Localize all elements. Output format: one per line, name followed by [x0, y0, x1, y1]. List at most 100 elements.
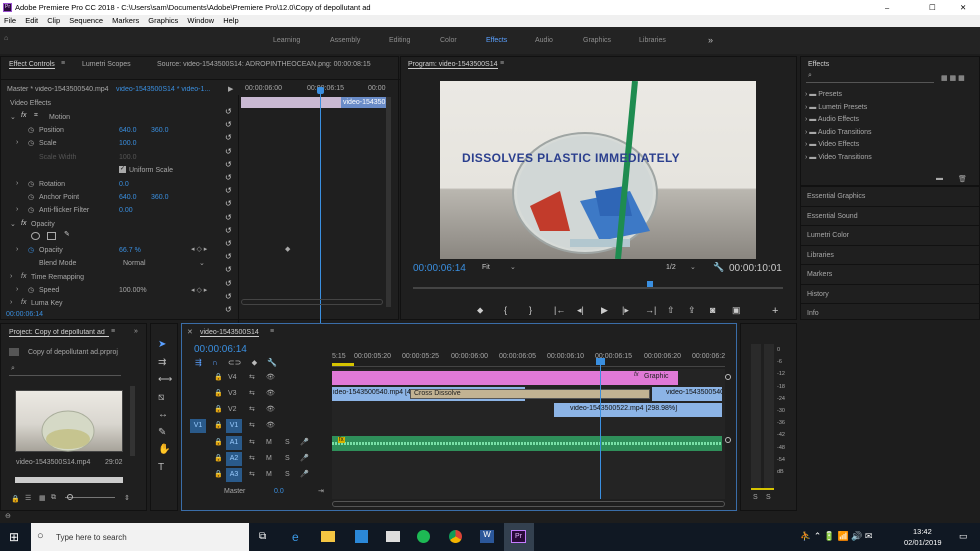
system-tray-icons[interactable]: ⛹ ⌃ 🔋 📶 🔊 ✉: [800, 531, 872, 542]
new-folder-icon[interactable]: ▬: [936, 175, 943, 182]
lift-icon[interactable]: ⇧: [667, 305, 675, 316]
track-header-v3[interactable]: 🔒 V3 ⇆ 👁: [182, 387, 332, 402]
solo-right-button[interactable]: S: [766, 494, 771, 501]
minimize-button[interactable]: –: [885, 0, 889, 15]
lock-icon[interactable]: 🔒: [214, 438, 223, 446]
keyframe-nav-icons[interactable]: ◂ ◇ ▸: [191, 245, 207, 253]
step-forward-icon[interactable]: |▸: [622, 305, 629, 316]
sync-lock-icon[interactable]: ⇆: [249, 454, 255, 462]
close-button[interactable]: ✕: [960, 0, 966, 15]
keyframe-icon[interactable]: ◆: [285, 245, 290, 253]
scale-value[interactable]: 100.0: [119, 140, 137, 147]
workspace-color[interactable]: Color: [440, 37, 457, 44]
solo-button[interactable]: S: [285, 471, 290, 478]
snap-icon[interactable]: ∩: [212, 358, 218, 367]
effects-folder-audio-transitions[interactable]: › ▬ Audio Transitions: [805, 129, 872, 142]
stopwatch-icon[interactable]: ◷: [28, 206, 34, 214]
resolution-select[interactable]: 1/2: [666, 264, 676, 271]
trash-icon[interactable]: 🗑: [958, 175, 967, 183]
chevron-down-icon[interactable]: ⌄: [690, 263, 696, 271]
menu-markers[interactable]: Markers: [112, 16, 139, 25]
track-area[interactable]: Graphic fx ideo-1543500540.mp4 [400%] Cr…: [332, 369, 725, 499]
spotify-icon[interactable]: [417, 530, 430, 543]
rotation-value[interactable]: 0.0: [119, 181, 129, 188]
section-markers[interactable]: Markers: [801, 265, 980, 285]
solo-left-button[interactable]: S: [753, 494, 758, 501]
reset-icons[interactable]: ↺ ↺ ↺ ↺ ↺ ↺ ↺ ↺ ↺ ↺ ↺ ↺ ↺ ↺ ↺ ↺: [225, 105, 232, 316]
microphone-icon[interactable]: 🎤: [300, 438, 309, 446]
expand-icon[interactable]: ›: [16, 206, 18, 213]
more-workspaces-icon[interactable]: »: [708, 35, 713, 45]
extract-icon[interactable]: ⇪: [688, 305, 696, 316]
camera-icon[interactable]: ◙: [710, 305, 715, 315]
anti-flicker-value[interactable]: 0.00: [119, 207, 133, 214]
effects-folder-video-effects[interactable]: › ▬ Video Effects: [805, 141, 872, 154]
go-to-out-icon[interactable]: →|: [645, 305, 656, 315]
section-libraries[interactable]: Libraries: [801, 246, 980, 265]
workspace-effects[interactable]: Effects: [486, 37, 507, 44]
lock-icon[interactable]: 🔒: [214, 389, 223, 397]
menu-clip[interactable]: Clip: [47, 16, 60, 25]
tab-lumetri-scopes[interactable]: Lumetri Scopes: [82, 61, 131, 68]
chevron-down-icon[interactable]: ⌄: [510, 263, 516, 271]
menu-edit[interactable]: Edit: [25, 16, 38, 25]
add-marker-icon[interactable]: ⬥: [252, 358, 258, 367]
workspace-libraries[interactable]: Libraries: [639, 37, 666, 44]
collapse-icon[interactable]: ⌄: [10, 220, 16, 228]
stopwatch-icon[interactable]: ◷: [28, 126, 34, 134]
home-icon[interactable]: ⌂: [4, 35, 8, 42]
pen-mask-icon[interactable]: ✎: [64, 230, 70, 238]
anchor-y[interactable]: 360.0: [151, 194, 169, 201]
lock-icon[interactable]: 🔒: [214, 454, 223, 462]
master-volume-value[interactable]: 0.0: [274, 488, 284, 495]
ec-playhead-marker[interactable]: [317, 87, 324, 94]
chevron-down-icon[interactable]: ⌄: [199, 259, 205, 267]
collapse-icon[interactable]: ⌄: [10, 113, 16, 121]
mute-button[interactable]: M: [266, 471, 272, 478]
stopwatch-icon[interactable]: ◷: [28, 286, 34, 294]
sync-lock-icon[interactable]: ⇆: [249, 373, 255, 381]
more-panels-icon[interactable]: »: [134, 328, 138, 335]
windows-start-icon[interactable]: ⊞: [9, 530, 19, 544]
clock-time[interactable]: 13:42: [913, 527, 932, 536]
uniform-scale-checkbox[interactable]: ✓: [119, 166, 126, 173]
project-search-input[interactable]: [9, 365, 121, 376]
section-info[interactable]: Info: [801, 304, 980, 324]
track-label[interactable]: V1: [226, 419, 242, 433]
lock-icon[interactable]: 🔒: [214, 470, 223, 478]
file-explorer-icon[interactable]: [321, 531, 335, 542]
section-history[interactable]: History: [801, 285, 980, 304]
position-y[interactable]: 360.0: [151, 127, 169, 134]
ellipse-mask-icon[interactable]: [31, 232, 40, 240]
keyframe-nav-icons[interactable]: ◂ ◇ ▸: [191, 286, 207, 294]
track-header-a2[interactable]: 🔒 A2 ⇆ M S 🎤: [182, 452, 332, 467]
effects-folder-video-transitions[interactable]: › ▬ Video Transitions: [805, 154, 872, 167]
pen-tool-icon[interactable]: ✎: [158, 424, 172, 442]
sync-lock-icon[interactable]: ⇆: [249, 470, 255, 478]
program-timecode[interactable]: 00:00:06:14: [413, 263, 466, 274]
sync-lock-icon[interactable]: ⇆: [249, 405, 255, 413]
transform-icon[interactable]: ⌗: [34, 112, 38, 120]
expand-icon[interactable]: ›: [16, 139, 18, 146]
sync-lock-icon[interactable]: ⇆: [249, 438, 255, 446]
timeline-scroll-handle[interactable]: [725, 437, 731, 443]
selection-tool-icon[interactable]: ➤: [158, 336, 172, 354]
expand-icon[interactable]: ›: [16, 180, 18, 187]
list-view-icon[interactable]: ☰: [25, 494, 31, 502]
mark-in-icon[interactable]: {: [504, 305, 507, 315]
mark-out-icon[interactable]: }: [529, 305, 532, 315]
solo-button[interactable]: S: [285, 455, 290, 462]
expand-icon[interactable]: ›: [16, 286, 18, 293]
program-scrub-bar[interactable]: [413, 287, 783, 289]
clock-date[interactable]: 02/01/2019: [904, 538, 942, 547]
rectangle-mask-icon[interactable]: [47, 232, 56, 240]
position-x[interactable]: 640.0: [119, 127, 137, 134]
lock-icon[interactable]: 🔒: [214, 421, 223, 429]
eye-icon[interactable]: 👁: [266, 389, 275, 397]
workspace-graphics[interactable]: Graphics: [583, 37, 611, 44]
workspace-audio[interactable]: Audio: [535, 37, 553, 44]
workspace-assembly[interactable]: Assembly: [330, 37, 360, 44]
audio-clip-a1[interactable]: [332, 436, 722, 451]
premiere-icon[interactable]: Pr: [511, 530, 526, 543]
workspace-learning[interactable]: Learning: [273, 37, 300, 44]
